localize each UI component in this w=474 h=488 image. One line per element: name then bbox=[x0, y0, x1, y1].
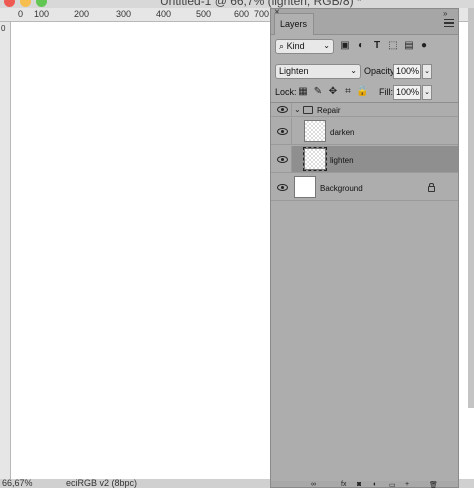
fill-input[interactable]: 100% bbox=[393, 85, 421, 100]
folder-icon bbox=[303, 106, 313, 114]
delete-layer-icon[interactable]: 🗑 bbox=[429, 481, 438, 488]
window-title: Untitled-1 @ 66,7% (lighten, RGB/8) * bbox=[160, 0, 362, 8]
eye-icon[interactable] bbox=[277, 156, 288, 163]
left-ruler[interactable]: 0 bbox=[0, 22, 11, 479]
color-profile[interactable]: eciRGB v2 (8bpc) bbox=[66, 478, 137, 488]
lock-transparent-pixels-icon[interactable]: ▦ bbox=[297, 86, 309, 98]
blend-mode-value: Lighten bbox=[279, 66, 309, 76]
lock-row: Lock: ▦ ✎ ✥ ⌗ 🔒 Fill: 100% ⌄ bbox=[275, 85, 455, 101]
adjustment-layer-icon[interactable]: ◐ bbox=[373, 481, 377, 488]
ruler-tick: 400 bbox=[156, 9, 172, 19]
layer-name: Repair bbox=[317, 106, 341, 115]
lock-all-icon[interactable]: 🔒 bbox=[356, 86, 368, 98]
link-layers-icon[interactable]: ∞ bbox=[311, 481, 316, 488]
vertical-scrollbar[interactable] bbox=[468, 8, 474, 408]
layer-thumbnail bbox=[294, 176, 316, 198]
eye-icon[interactable] bbox=[277, 184, 288, 191]
new-layer-icon[interactable]: + bbox=[405, 481, 409, 488]
ruler-tick: 500 bbox=[196, 9, 212, 19]
ruler-tick: 200 bbox=[74, 9, 90, 19]
lock-position-icon[interactable]: ✥ bbox=[327, 86, 339, 98]
layer-row-repair[interactable]: ⌄ Repair bbox=[271, 103, 458, 117]
ruler-tick: 700 bbox=[254, 9, 270, 19]
layers-list: ⌄ Repair darken lighten Background bbox=[271, 102, 458, 482]
shape-filter-icon[interactable]: ⬚ bbox=[387, 40, 399, 52]
panel-menu-icon[interactable] bbox=[444, 19, 454, 27]
new-group-icon[interactable]: ▭ bbox=[389, 481, 396, 488]
ruler-tick: 100 bbox=[34, 9, 50, 19]
smart-object-filter-icon[interactable]: ▤ bbox=[403, 40, 415, 52]
minimize-window-button[interactable] bbox=[20, 0, 31, 7]
chevron-down-icon[interactable]: ⌄ bbox=[294, 105, 301, 114]
type-filter-icon[interactable]: T bbox=[371, 40, 383, 52]
chevron-down-icon: ⌄ bbox=[323, 41, 330, 50]
layer-name: darken bbox=[330, 128, 355, 137]
ruler-tick: 300 bbox=[116, 9, 132, 19]
layer-name: lighten bbox=[330, 156, 354, 165]
filter-kind-select[interactable]: ⌕ Kind ⌄ bbox=[275, 39, 334, 54]
fill-dropdown-button[interactable]: ⌄ bbox=[422, 85, 432, 100]
layer-row-lighten[interactable]: lighten bbox=[271, 146, 458, 173]
tab-layers[interactable]: Layers bbox=[274, 13, 314, 35]
search-icon: ⌕ bbox=[279, 41, 285, 51]
image-filter-icon[interactable]: ▣ bbox=[339, 40, 351, 52]
close-window-button[interactable] bbox=[4, 0, 15, 7]
layer-filter-row: ⌕ Kind ⌄ ▣ ◐ T ⬚ ▤ ● bbox=[275, 39, 455, 55]
blend-mode-select[interactable]: Lighten ⌄ bbox=[275, 64, 361, 79]
layer-row-background[interactable]: Background bbox=[271, 174, 458, 201]
panel-footer: ∞ fx ◙ ◐ ▭ + 🗑 bbox=[271, 481, 458, 488]
lock-label: Lock: bbox=[275, 87, 297, 97]
opacity-dropdown-button[interactable]: ⌄ bbox=[422, 64, 432, 79]
ruler-tick: 600 bbox=[234, 9, 250, 19]
title-bar: Untitled-1 @ 66,7% (lighten, RGB/8) * bbox=[0, 0, 474, 8]
chevron-down-icon: ⌄ bbox=[350, 66, 357, 75]
eye-icon[interactable] bbox=[277, 128, 288, 135]
collapse-panel-icon[interactable]: » bbox=[443, 9, 447, 18]
eye-icon[interactable] bbox=[277, 106, 288, 113]
blend-row: Lighten ⌄ Opacity: 100% ⌄ bbox=[275, 64, 455, 80]
ruler-tick: 0 bbox=[18, 9, 24, 19]
layers-panel: × Layers » ⌕ Kind ⌄ ▣ ◐ T ⬚ ▤ ● Lighten … bbox=[270, 7, 459, 488]
layer-thumbnail bbox=[303, 147, 327, 171]
fill-label: Fill: bbox=[379, 87, 393, 97]
lock-image-pixels-icon[interactable]: ✎ bbox=[312, 86, 324, 98]
photoshop-window: Untitled-1 @ 66,7% (lighten, RGB/8) * 0 … bbox=[0, 0, 474, 488]
filter-kind-label: Kind bbox=[286, 41, 305, 51]
maximize-window-button[interactable] bbox=[36, 0, 47, 7]
filter-toggle-icon[interactable]: ● bbox=[418, 40, 430, 52]
adjustment-filter-icon[interactable]: ◐ bbox=[355, 40, 367, 52]
add-mask-icon[interactable]: ◙ bbox=[357, 481, 361, 488]
lock-artboard-icon[interactable]: ⌗ bbox=[342, 86, 354, 98]
opacity-input[interactable]: 100% bbox=[393, 64, 421, 79]
ruler-tick: 0 bbox=[1, 24, 6, 33]
layer-row-darken[interactable]: darken bbox=[271, 118, 458, 145]
layer-thumbnail bbox=[304, 120, 326, 142]
layer-style-icon[interactable]: fx bbox=[341, 481, 346, 488]
lock-icon bbox=[428, 183, 435, 192]
layer-name: Background bbox=[320, 184, 363, 193]
panel-header: × Layers » bbox=[271, 7, 458, 35]
zoom-level[interactable]: 66,67% bbox=[2, 478, 33, 488]
